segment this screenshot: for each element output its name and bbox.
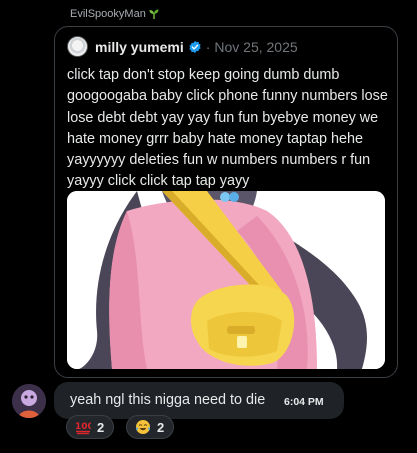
tweet-author-name[interactable]: milly yumemi (95, 39, 184, 55)
tweet-header: milly yumemi · Nov 25, 2025 (67, 36, 298, 57)
embedded-tweet[interactable]: milly yumemi · Nov 25, 2025 click tap do… (54, 26, 398, 378)
message-text: yeah ngl this nigga need to die (70, 392, 266, 408)
tweet-body: click tap don't stop keep going dumb dum… (67, 67, 388, 190)
tweet-separator: · (205, 38, 211, 55)
svg-text:100: 100 (75, 422, 91, 432)
reaction-tears-of-joy[interactable]: 2 (126, 415, 175, 439)
seedling-icon (149, 9, 159, 19)
tears-of-joy-icon (136, 420, 150, 434)
hundred-points-icon: 100 (75, 422, 91, 435)
avatar-image (12, 384, 46, 418)
message-sender: EvilSpookyMan (70, 8, 160, 20)
anime-illustration (67, 191, 385, 369)
verified-badge-icon (189, 40, 201, 53)
user-avatar[interactable] (12, 384, 46, 418)
message-time: 6:04 PM (284, 396, 324, 408)
reaction-count: 2 (97, 419, 105, 435)
tweet-date[interactable]: Nov 25, 2025 (214, 39, 297, 55)
tweet-author-avatar[interactable] (67, 36, 88, 57)
sender-name: EvilSpookyMan (70, 8, 146, 20)
tweet-media-image[interactable] (67, 191, 385, 369)
message-bubble[interactable]: yeah ngl this nigga need to die 6:04 PM (54, 382, 344, 419)
reaction-hundred[interactable]: 100 2 (66, 415, 115, 439)
reaction-count: 2 (157, 419, 165, 435)
